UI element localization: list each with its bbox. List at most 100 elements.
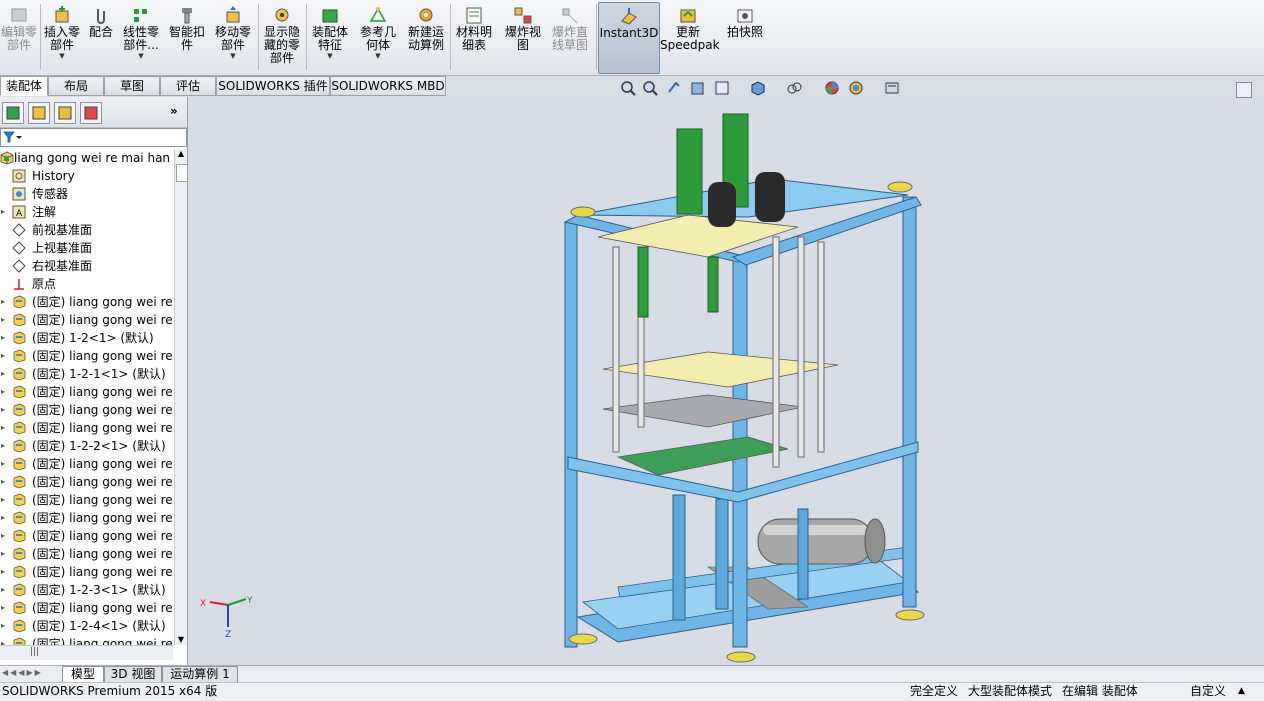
toolbar-button-11[interactable]: 爆炸视 图: [502, 2, 544, 72]
expand-icon[interactable]: ▸: [1, 455, 5, 473]
tree-node[interactable]: 前视基准面: [0, 221, 173, 239]
status-units[interactable]: 自定义: [1190, 683, 1226, 700]
model-tab-1[interactable]: 3D 视图: [104, 666, 162, 683]
command-tab-3[interactable]: 评估: [160, 76, 216, 96]
expand-icon[interactable]: ▸: [1, 527, 5, 545]
expand-icon[interactable]: ▸: [1, 617, 5, 635]
expand-icon[interactable]: ▸: [1, 581, 5, 599]
toolbar-button-6[interactable]: 显示隐 藏的零 部件: [260, 2, 304, 72]
model-tab-2[interactable]: 运动算例 1: [162, 666, 238, 683]
tree-node[interactable]: ▸ (固定) liang gong wei re: [0, 563, 173, 581]
toolbar-button-3[interactable]: 线性零 部件... ▼: [120, 2, 162, 72]
toolbar-button-0[interactable]: 编辑零 部件: [0, 2, 38, 72]
units-arrow-icon[interactable]: ▲: [1238, 683, 1245, 700]
tree-node[interactable]: ▸ (固定) liang gong wei re: [0, 635, 173, 645]
edit-appearance-icon[interactable]: [824, 80, 840, 96]
command-tab-4[interactable]: SOLIDWORKS 插件: [216, 76, 330, 96]
apply-scene-icon[interactable]: [848, 80, 864, 96]
dropdown-arrow-icon[interactable]: ▼: [310, 52, 350, 60]
view-settings-icon[interactable]: [884, 80, 900, 96]
tree-node[interactable]: ▸ (固定) liang gong wei re: [0, 383, 173, 401]
toolbar-button-15[interactable]: 拍快照: [722, 2, 768, 72]
toolbar-button-8[interactable]: 参考几 何体 ▼: [356, 2, 400, 72]
expand-icon[interactable]: ▸: [1, 311, 5, 329]
tree-node[interactable]: ▸ (固定) liang gong wei re: [0, 311, 173, 329]
tree-node[interactable]: ▸ (固定) liang gong wei re: [0, 599, 173, 617]
tree-node[interactable]: ▸ A 注解: [0, 203, 173, 221]
command-tab-2[interactable]: 草图: [104, 76, 160, 96]
tree-node[interactable]: ▸ (固定) liang gong wei re: [0, 527, 173, 545]
featuremanager-icon[interactable]: [2, 102, 24, 124]
tree-node[interactable]: ▸ (固定) liang gong wei re: [0, 545, 173, 563]
display-style-icon[interactable]: [786, 80, 802, 96]
toolbar-button-4[interactable]: 智能扣 件: [166, 2, 208, 72]
expand-icon[interactable]: ▸: [1, 401, 5, 419]
scroll-up-icon[interactable]: ▲: [175, 149, 187, 159]
scroll-grip-icon[interactable]: |||: [30, 648, 40, 657]
more-tabs-icon[interactable]: »: [170, 104, 178, 118]
tree-node[interactable]: ▸ (固定) 1-2-2<1> (默认): [0, 437, 173, 455]
command-tab-1[interactable]: 布局: [48, 76, 104, 96]
toolbar-button-10[interactable]: 材料明 细表: [452, 2, 496, 72]
expand-icon[interactable]: ▸: [1, 635, 5, 645]
toolbar-button-5[interactable]: 移动零 部件 ▼: [212, 2, 254, 72]
propertymanager-icon[interactable]: [28, 102, 50, 124]
toolbar-button-2[interactable]: 配合: [86, 2, 116, 72]
toolbar-button-7[interactable]: 装配体 特征 ▼: [310, 2, 350, 72]
view-orientation-icon[interactable]: [750, 80, 766, 96]
model-tab-0[interactable]: 模型: [62, 666, 104, 683]
tree-node[interactable]: ▸ (固定) liang gong wei re: [0, 509, 173, 527]
tree-node[interactable]: ▸ (固定) liang gong wei re: [0, 419, 173, 437]
tree-node[interactable]: ▸ (固定) liang gong wei re: [0, 293, 173, 311]
tree-node[interactable]: History: [0, 167, 173, 185]
tree-node[interactable]: ▸ (固定) liang gong wei re: [0, 455, 173, 473]
expand-icon[interactable]: ▸: [1, 509, 5, 527]
dropdown-arrow-icon[interactable]: ▼: [212, 52, 254, 60]
tree-node[interactable]: ▸ (固定) liang gong wei re: [0, 401, 173, 419]
expand-icon[interactable]: ▸: [1, 437, 5, 455]
tree-node[interactable]: 原点: [0, 275, 173, 293]
zoom-to-area-icon[interactable]: [642, 80, 658, 96]
tree-vertical-scrollbar[interactable]: ▲ ▼: [174, 149, 188, 645]
scroll-thumb[interactable]: [176, 164, 188, 182]
viewport-restore-icon[interactable]: [1236, 82, 1252, 98]
dynamic-annotation-icon[interactable]: [714, 80, 730, 96]
toolbar-button-12[interactable]: 爆炸直 线草图: [548, 2, 592, 72]
dropdown-arrow-icon[interactable]: ▼: [42, 52, 82, 60]
expand-icon[interactable]: ▸: [1, 563, 5, 581]
expand-icon[interactable]: ▸: [1, 383, 5, 401]
previous-view-icon[interactable]: [666, 80, 682, 96]
tree-filter[interactable]: [0, 128, 187, 147]
toolbar-button-9[interactable]: 新建运 动算例: [404, 2, 448, 72]
expand-icon[interactable]: ▸: [1, 203, 5, 221]
graphics-area[interactable]: X Y Z: [188, 97, 1264, 665]
toolbar-button-1[interactable]: 插入零 部件 ▼: [42, 2, 82, 72]
expand-icon[interactable]: ▸: [1, 347, 5, 365]
tree-node[interactable]: 右视基准面: [0, 257, 173, 275]
tree-node[interactable]: ▸ (固定) 1-2-3<1> (默认): [0, 581, 173, 599]
command-tab-5[interactable]: SOLIDWORKS MBD: [330, 76, 446, 96]
displaymanager-icon[interactable]: [80, 102, 102, 124]
tree-root[interactable]: liang gong wei re mai han j: [0, 149, 173, 167]
dropdown-arrow-icon[interactable]: ▼: [120, 52, 162, 60]
expand-icon[interactable]: ▸: [1, 293, 5, 311]
tab-nav-arrows-icon[interactable]: ◀◀◀▶▶: [2, 668, 58, 680]
tree-node[interactable]: ▸ (固定) 1-2-4<1> (默认): [0, 617, 173, 635]
command-tab-0[interactable]: 装配体: [0, 76, 48, 96]
tree-node[interactable]: ▸ (固定) liang gong wei re: [0, 473, 173, 491]
expand-icon[interactable]: ▸: [1, 491, 5, 509]
configmanager-icon[interactable]: [54, 102, 76, 124]
expand-icon[interactable]: ▸: [1, 419, 5, 437]
expand-icon[interactable]: ▸: [1, 545, 5, 563]
tree-node[interactable]: ▸ (固定) liang gong wei re: [0, 347, 173, 365]
expand-icon[interactable]: ▸: [1, 599, 5, 617]
toolbar-button-14[interactable]: 更新 Speedpak: [660, 2, 720, 72]
dropdown-arrow-icon[interactable]: ▼: [356, 52, 400, 60]
expand-icon[interactable]: ▸: [1, 365, 5, 383]
section-view-icon[interactable]: [690, 80, 706, 96]
toolbar-button-13[interactable]: Instant3D: [598, 2, 660, 74]
tree-node[interactable]: 传感器: [0, 185, 173, 203]
tree-horizontal-scrollbar[interactable]: |||: [0, 645, 173, 660]
tree-node[interactable]: ▸ (固定) 1-2<1> (默认): [0, 329, 173, 347]
tree-node[interactable]: ▸ (固定) 1-2-1<1> (默认): [0, 365, 173, 383]
